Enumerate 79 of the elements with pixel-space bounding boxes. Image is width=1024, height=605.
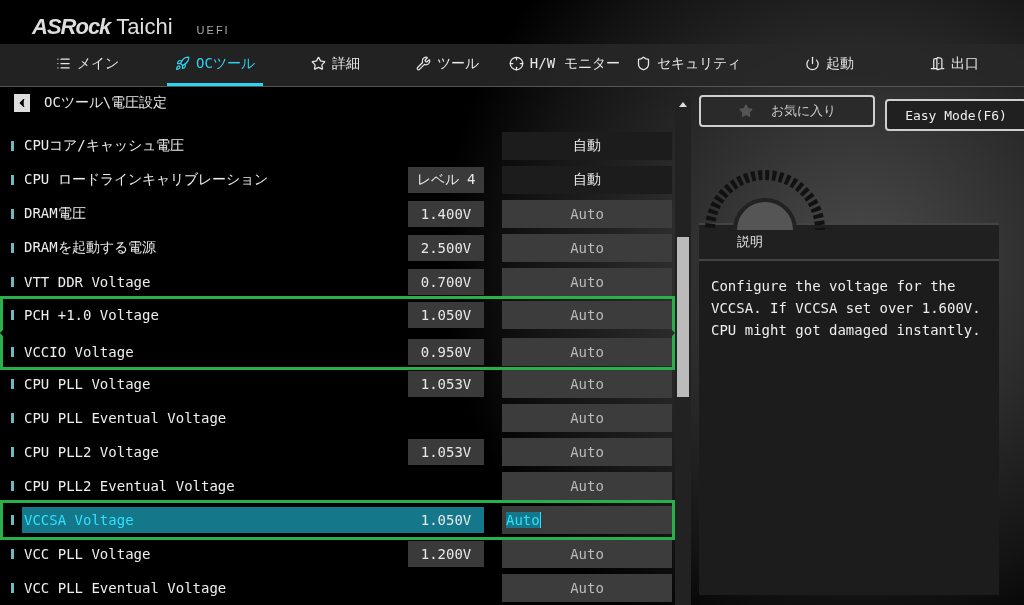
- model-name: Taichi: [116, 14, 173, 40]
- setting-reading: 1.050V: [420, 512, 472, 528]
- setting-field[interactable]: Auto: [502, 438, 672, 466]
- description-text: Configure the voltage for the VCCSA. If VCCSA set over 1.600V. CPU might got damaged instantly.: [710, 277, 982, 340]
- setting-name: DRAMを起動する電源: [24, 239, 156, 257]
- bullet-icon: [11, 309, 14, 320]
- setting-reading: 1.050V: [420, 306, 472, 323]
- bullet-icon: [11, 175, 14, 185]
- crosshair-icon: [508, 56, 524, 71]
- setting-field[interactable]: Auto: [502, 234, 672, 262]
- bullet-icon: [11, 413, 14, 423]
- firmware-label: UEFI: [196, 24, 230, 36]
- bullet-icon: [11, 549, 14, 559]
- bullet-icon: [11, 447, 14, 457]
- setting-dropdown[interactable]: 自動: [502, 166, 672, 194]
- star-icon: [738, 104, 753, 118]
- setting-name: VCCIO Voltage: [24, 343, 134, 360]
- setting-name: CPU PLL2 Voltage: [24, 444, 159, 460]
- setting-reading: 1.400V: [420, 206, 472, 222]
- nav-tab[interactable]: セキュリティ: [627, 44, 749, 86]
- setting-name: CPU PLL Eventual Voltage: [24, 410, 227, 426]
- setting-reading: 1.053V: [420, 376, 472, 392]
- bullet-icon: [11, 346, 14, 357]
- favorites-button[interactable]: お気に入り: [699, 95, 875, 127]
- nav-tab[interactable]: ツール: [407, 44, 487, 86]
- setting-name: DRAM電圧: [24, 205, 86, 223]
- bullet-icon: [11, 209, 14, 219]
- bullet-icon: [11, 277, 14, 287]
- bullet-icon: [11, 515, 14, 525]
- setting-reading: 0.700V: [420, 274, 472, 290]
- selected-setting-bar[interactable]: VCCSA Voltage: [22, 507, 408, 533]
- back-button[interactable]: [14, 94, 30, 112]
- wrench-icon: [415, 56, 431, 71]
- door-icon: [929, 56, 945, 71]
- brand-logo: ASRock: [32, 14, 111, 40]
- setting-name: VCCSA Voltage: [24, 512, 134, 528]
- nav-tab[interactable]: 出口: [921, 44, 987, 86]
- bullet-icon: [11, 243, 14, 253]
- setting-field[interactable]: Auto: [502, 404, 672, 432]
- power-icon: [804, 56, 820, 71]
- nav-tab[interactable]: メイン: [48, 44, 127, 86]
- setting-reading: 2.500V: [420, 240, 472, 256]
- setting-field[interactable]: Auto: [502, 506, 672, 534]
- setting-reading: 0.950V: [420, 343, 472, 360]
- setting-name: VTT DDR Voltage: [24, 274, 151, 290]
- setting-name: CPU PLL2 Eventual Voltage: [24, 478, 235, 494]
- easy-mode-button[interactable]: Easy Mode(F6): [885, 99, 1024, 131]
- description-title: 説明: [737, 233, 763, 251]
- star-icon: [310, 56, 326, 71]
- setting-name: VCC PLL Voltage: [24, 546, 151, 562]
- setting-field[interactable]: Auto: [502, 300, 672, 329]
- setting-reading: 1.053V: [420, 444, 472, 460]
- nav-tab[interactable]: 起動: [796, 44, 862, 86]
- list-icon: [56, 56, 71, 71]
- setting-field[interactable]: Auto: [502, 472, 672, 500]
- setting-name: CPU ロードラインキャリブレーション: [24, 171, 268, 189]
- setting-field[interactable]: Auto: [502, 268, 672, 296]
- setting-field[interactable]: Auto: [502, 370, 672, 398]
- setting-field[interactable]: Auto: [502, 200, 672, 228]
- setting-field[interactable]: Auto: [502, 337, 672, 366]
- nav-tab[interactable]: 詳細: [302, 44, 368, 86]
- shield-icon: [635, 56, 651, 71]
- setting-field[interactable]: Auto: [502, 540, 672, 568]
- setting-reading: 1.200V: [420, 546, 472, 562]
- nav-tab[interactable]: H/W モニター: [500, 44, 628, 86]
- setting-name: CPU PLL Voltage: [24, 376, 151, 392]
- setting-field[interactable]: Auto: [502, 574, 672, 602]
- bullet-icon: [11, 481, 14, 491]
- setting-reading: レベル 4: [416, 171, 476, 189]
- breadcrumb: OCツール\電圧設定: [44, 94, 168, 112]
- setting-dropdown[interactable]: 自動: [502, 132, 672, 160]
- rocket-icon: [175, 56, 190, 71]
- setting-name: PCH +1.0 Voltage: [24, 306, 159, 323]
- bullet-icon: [11, 379, 14, 389]
- bullet-icon: [11, 141, 14, 151]
- bullet-icon: [11, 583, 14, 593]
- setting-name: VCC PLL Eventual Voltage: [24, 580, 227, 596]
- setting-name: CPUコア/キャッシュ電圧: [24, 137, 184, 155]
- nav-tab[interactable]: OCツール: [167, 44, 263, 86]
